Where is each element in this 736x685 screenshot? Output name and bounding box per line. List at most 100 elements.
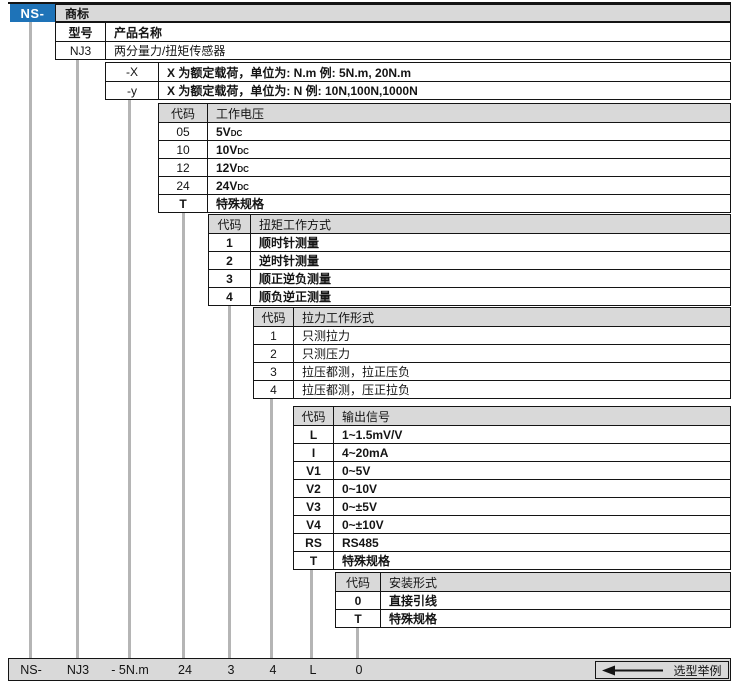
table-header-row: 代码 拉力工作形式 [254,308,730,326]
table-header-row: 代码 扭矩工作方式 [209,215,730,233]
output-code: T [294,552,334,569]
output-header-label: 输出信号 [334,407,730,425]
table-row: 1 顺时针测量 [209,233,730,251]
brand-label-cell: 商标 [55,4,731,22]
output-code: V3 [294,498,334,515]
load-code: -y [106,82,159,99]
selection-example-box: 选型举例 [595,661,729,679]
output-code: I [294,444,334,461]
table-header-row: 代码 工作电压 [159,104,730,122]
table-row: 3 顺正逆负测量 [209,269,730,287]
table-row: 4 顺负逆正测量 [209,287,730,305]
pull-header-label: 拉力工作形式 [294,308,730,326]
torque-label: 顺负逆正测量 [251,288,730,305]
voltage-label: 5VDC [208,123,730,140]
torque-header-label: 扭矩工作方式 [251,215,730,233]
table-header-row: 代码 安装形式 [336,573,730,591]
example-value: NS- [20,663,42,677]
pull-code: 4 [254,381,294,398]
torque-label: 逆时针测量 [251,252,730,269]
mounting-label: 直接引线 [381,592,730,609]
mounting-header-code: 代码 [336,573,381,591]
example-value: 24 [178,663,192,677]
table-row: 24 24VDC [159,176,730,194]
voltage-code: 24 [159,177,208,194]
output-code: L [294,426,334,443]
mounting-table: 代码 安装形式 0 直接引线 T 特殊规格 [335,572,731,628]
table-row: I 4~20mA [294,443,730,461]
table-row: 3 拉压都测，拉正压负 [254,362,730,380]
output-label: 4~20mA [334,444,730,461]
torque-code: 4 [209,288,251,305]
voltage-label: 特殊规格 [208,195,730,212]
output-label: 0~±5V [334,498,730,515]
table-row: 0 直接引线 [336,591,730,609]
connector-line-brand [29,22,32,658]
voltage-label: 24VDC [208,177,730,194]
output-signal-table: 代码 输出信号 L 1~1.5mV/V I 4~20mA V1 0~5V V2 … [293,406,731,570]
output-header-code: 代码 [294,407,334,425]
table-row: V4 0~±10V [294,515,730,533]
voltage-code: 05 [159,123,208,140]
table-row: 12 12VDC [159,158,730,176]
voltage-code: 10 [159,141,208,158]
example-value: NJ3 [67,663,89,677]
pull-code: 2 [254,345,294,362]
output-label: 0~5V [334,462,730,479]
example-value: 3 [228,663,235,677]
example-value: L [310,663,317,677]
table-row: 10 10VDC [159,140,730,158]
model-table: 型号 产品名称 NJ3 两分量力/扭矩传感器 [55,22,731,60]
connector-line-load [128,100,131,658]
torque-header-code: 代码 [209,215,251,233]
mounting-header-label: 安装形式 [381,573,730,591]
voltage-code: T [159,195,208,212]
connector-line-voltage [182,212,185,658]
output-code: RS [294,534,334,551]
pull-label: 拉压都测，压正拉负 [294,381,730,398]
pull-label: 只测拉力 [294,327,730,344]
connector-line-model [76,59,79,658]
table-row: 2 只测压力 [254,344,730,362]
torque-label: 顺时针测量 [251,234,730,251]
voltage-header-label: 工作电压 [208,104,730,122]
output-label: 特殊规格 [334,552,730,569]
table-row: V3 0~±5V [294,497,730,515]
left-arrow-icon [602,665,664,676]
output-code: V2 [294,480,334,497]
pull-code: 3 [254,363,294,380]
example-row: NS- NJ3 - 5N.m 24 3 4 L 0 选型举例 [8,658,731,681]
mounting-label: 特殊规格 [381,610,730,627]
voltage-label: 10VDC [208,141,730,158]
table-row: 4 拉压都测，压正拉负 [254,380,730,398]
connector-line-torque [228,306,231,658]
output-label: 0~10V [334,480,730,497]
brand-code-badge: NS- [10,4,55,22]
voltage-label: 12VDC [208,159,730,176]
output-label: RS485 [334,534,730,551]
load-code: -X [106,63,159,81]
table-row: 1 只测拉力 [254,326,730,344]
selection-example-label: 选型举例 [673,662,721,679]
pull-header-code: 代码 [254,308,294,326]
example-value: 4 [270,663,277,677]
model-code: NJ3 [56,42,106,59]
table-row: RS RS485 [294,533,730,551]
model-header-label: 产品名称 [106,23,730,41]
connector-line-pull [270,399,273,658]
table-row: -y X 为额定载荷，单位为: N 例: 10N,100N,1000N [106,81,730,99]
mounting-code: 0 [336,592,381,609]
table-row: T 特殊规格 [294,551,730,569]
connector-line-output [310,570,313,658]
table-row: -X X 为额定载荷，单位为: N.m 例: 5N.m, 20N.m [106,63,730,81]
mounting-code: T [336,610,381,627]
table-row: NJ3 两分量力/扭矩传感器 [56,41,730,59]
table-row: 05 5VDC [159,122,730,140]
load-label: X 为额定载荷，单位为: N.m 例: 5N.m, 20N.m [159,63,730,81]
output-label: 1~1.5mV/V [334,426,730,443]
output-label: 0~±10V [334,516,730,533]
table-row: V2 0~10V [294,479,730,497]
torque-label: 顺正逆负测量 [251,270,730,287]
supply-voltage-table: 代码 工作电压 05 5VDC 10 10VDC 12 12VDC 24 24V… [158,103,731,213]
model-label: 两分量力/扭矩传感器 [106,42,730,59]
